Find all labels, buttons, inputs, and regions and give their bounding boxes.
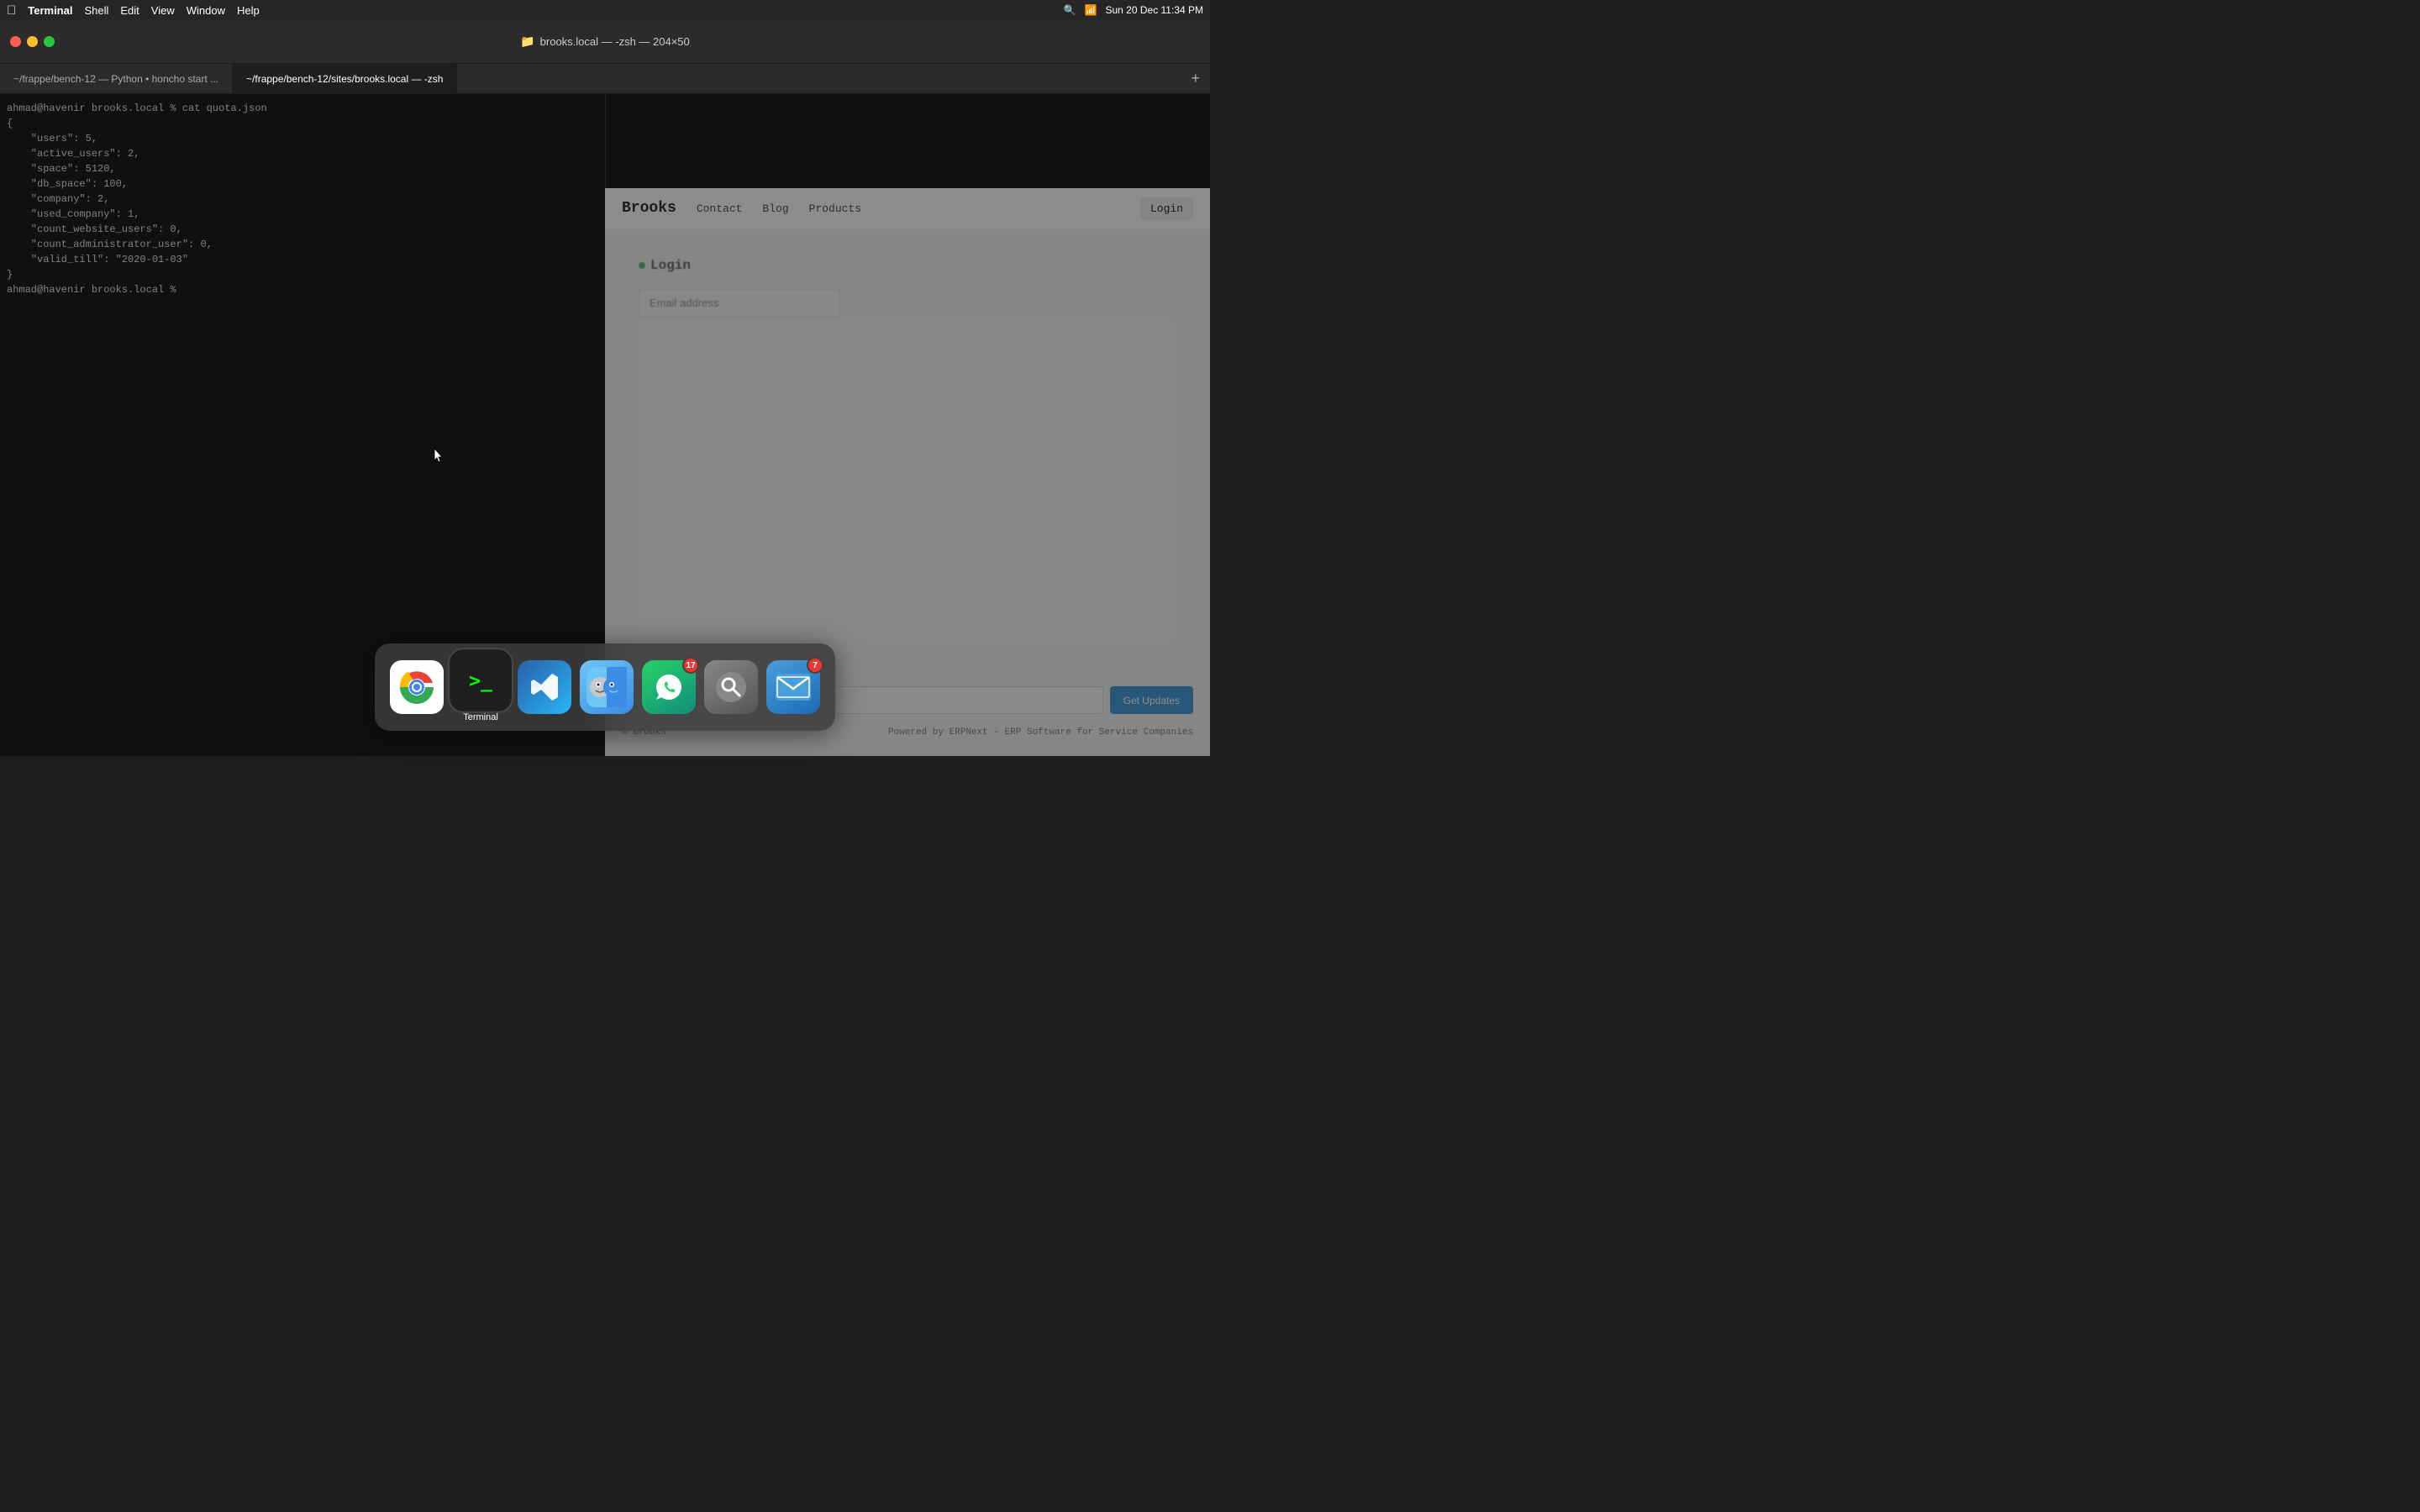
tab-1-label: ~/frappe/bench-12/sites/brooks.local — -… (246, 73, 443, 85)
menu-edit[interactable]: Edit (120, 4, 139, 17)
dock-item-finder[interactable] (580, 660, 634, 714)
wifi-icon: 📶 (1085, 4, 1097, 16)
dock-item-whatsapp[interactable]: 17 (642, 660, 696, 714)
menu-shell[interactable]: Shell (84, 4, 108, 17)
menu-window[interactable]: Window (187, 4, 225, 17)
title-bar: 📁 brooks.local — -zsh — 204×50 (0, 20, 1210, 64)
dock-item-chrome[interactable] (390, 660, 444, 714)
folder-icon: 📁 (520, 34, 534, 49)
zoom-button[interactable] (44, 36, 55, 47)
search-icon[interactable]: 🔍 (1064, 4, 1076, 16)
app-name[interactable]: Terminal (28, 4, 72, 17)
tab-1[interactable]: ~/frappe/bench-12/sites/brooks.local — -… (233, 64, 457, 93)
dim-overlay (0, 0, 1210, 756)
terminal-icon: >_ (448, 648, 513, 713)
tab-0[interactable]: ~/frappe/bench-12 — Python • honcho star… (0, 64, 233, 93)
dock-item-terminal[interactable]: >_ Terminal (452, 652, 509, 722)
tab-bar: ~/frappe/bench-12 — Python • honcho star… (0, 64, 1210, 94)
dock-item-vscode[interactable] (518, 660, 571, 714)
finder-icon (580, 660, 634, 714)
dock-item-mail[interactable]: 7 (766, 660, 820, 714)
menu-help[interactable]: Help (237, 4, 260, 17)
close-button[interactable] (10, 36, 21, 47)
terminal-label: Terminal (463, 712, 498, 722)
alfred-icon (704, 660, 758, 714)
tab-0-label: ~/frappe/bench-12 — Python • honcho star… (13, 73, 218, 85)
dock-item-alfred[interactable] (704, 660, 758, 714)
new-tab-button[interactable]: + (1181, 64, 1210, 93)
clock: Sun 20 Dec 11:34 PM (1105, 4, 1203, 16)
window-title: brooks.local — -zsh — 204×50 (540, 35, 690, 48)
mail-badge: 7 (807, 657, 823, 674)
dock: >_ Terminal (375, 643, 835, 731)
chrome-icon (390, 660, 444, 714)
whatsapp-badge: 17 (682, 657, 699, 674)
vscode-icon (518, 660, 571, 714)
menu-bar:  Terminal Shell Edit View Window Help 🔍… (0, 0, 1210, 20)
apple-menu[interactable]:  (7, 3, 16, 18)
menu-view[interactable]: View (151, 4, 175, 17)
minimize-button[interactable] (27, 36, 38, 47)
